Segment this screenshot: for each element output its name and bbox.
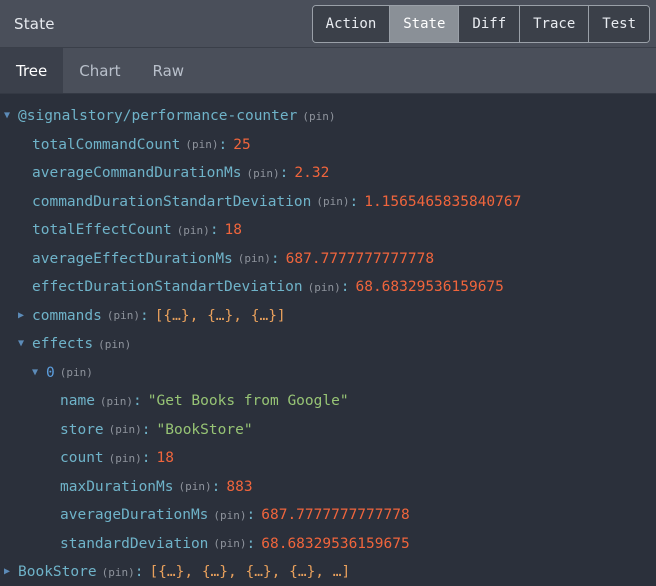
tree-row[interactable]: totalEffectCount (pin):18 <box>0 216 656 245</box>
tree-node-value: "BookStore" <box>156 421 253 438</box>
tree-row[interactable]: ▶ BookStore (pin): [{…}, {…}, {…}, {…}, …] <box>0 558 656 586</box>
tree-node-key: maxDurationMs <box>60 478 174 495</box>
pin-label[interactable]: (pin) <box>98 339 131 350</box>
tree-row[interactable]: ▼ @signalstory/performance-counter (pin) <box>0 102 656 131</box>
tree-node-value: [{…}, {…}, {…}, {…}, …] <box>149 564 351 580</box>
state-tree[interactable]: ▼ @signalstory/performance-counter (pin) to… <box>0 94 656 586</box>
key-value-separator: : <box>133 393 142 409</box>
key-value-separator: : <box>141 421 151 438</box>
tree-node-key: @signalstory/performance-counter <box>18 108 298 124</box>
tree-row[interactable]: ▼ 0 (pin) <box>0 359 656 388</box>
pin-label[interactable]: (pin) <box>177 225 210 236</box>
tree-node-key: store <box>60 421 104 438</box>
tree-node-value: "Get Books from Google" <box>147 393 349 409</box>
tree-row[interactable]: ▼ effects (pin) <box>0 330 656 359</box>
pin-label[interactable]: (pin) <box>109 453 142 464</box>
tree-node-value: 1.1565465835840767 <box>364 193 522 210</box>
chevron-down-icon[interactable]: ▼ <box>32 367 46 378</box>
tree-row[interactable]: maxDurationMs (pin):883 <box>0 473 656 502</box>
tree-node-key: effectDurationStandartDeviation <box>32 279 303 295</box>
pin-label[interactable]: (pin) <box>179 481 212 492</box>
tree-node-key: totalEffectCount <box>32 222 172 238</box>
key-value-separator: : <box>139 307 149 324</box>
pin-label[interactable]: (pin) <box>185 139 218 150</box>
key-value-separator: : <box>246 507 256 523</box>
tree-row[interactable]: commandDurationStandartDeviation (pin):1.… <box>0 188 656 217</box>
key-value-separator: : <box>270 250 280 267</box>
pin-label[interactable]: (pin) <box>302 111 335 122</box>
pin-label[interactable]: (pin) <box>308 282 341 293</box>
tree-node-key: averageEffectDurationMs <box>32 250 233 267</box>
segment-button-state[interactable]: State <box>390 5 460 42</box>
key-value-separator: : <box>349 193 359 210</box>
pin-label[interactable]: (pin) <box>247 168 280 179</box>
tree-node-key: standardDeviation <box>60 535 209 552</box>
key-value-separator: : <box>141 450 151 466</box>
tree-node-key: 0 <box>46 364 55 381</box>
tree-row[interactable]: averageDurationMs (pin):687.7777777777778 <box>0 501 656 530</box>
segment-button-trace[interactable]: Trace <box>520 5 590 42</box>
pin-label[interactable]: (pin) <box>100 396 133 407</box>
segment-button-action[interactable]: Action <box>312 5 391 42</box>
pin-label[interactable]: (pin) <box>60 367 93 378</box>
tree-row[interactable]: totalCommandCount (pin):25 <box>0 131 656 160</box>
tab-raw[interactable]: Raw <box>137 48 201 93</box>
tree-row[interactable]: standardDeviation (pin):68.68329536159675 <box>0 530 656 559</box>
tab-tree[interactable]: Tree <box>0 48 64 93</box>
pin-label[interactable]: (pin) <box>213 510 246 521</box>
tree-row[interactable]: count (pin):18 <box>0 444 656 473</box>
toolbar: State Action State Diff Trace Test <box>0 0 656 48</box>
chevron-down-icon[interactable]: ▼ <box>4 111 18 121</box>
segment-button-test[interactable]: Test <box>589 5 649 42</box>
key-value-separator: : <box>134 564 144 580</box>
tree-node-key: effects <box>32 336 94 352</box>
key-value-separator: : <box>218 136 228 153</box>
key-value-separator: : <box>211 478 221 495</box>
tree-row[interactable]: averageEffectDurationMs (pin):687.7777777… <box>0 245 656 274</box>
pin-label[interactable]: (pin) <box>109 424 142 435</box>
tree-node-key: count <box>60 450 104 466</box>
tree-row[interactable]: averageCommandDurationMs (pin):2.32 <box>0 159 656 188</box>
tab-bar: Tree Chart Raw <box>0 48 656 94</box>
tree-node-value: 883 <box>226 478 253 495</box>
pin-label[interactable]: (pin) <box>102 567 135 578</box>
tree-node-value: 25 <box>233 136 251 153</box>
tree-node-value: 18 <box>156 450 174 466</box>
tree-row[interactable]: ▶ commands (pin): [{…}, {…}, {…}] <box>0 302 656 331</box>
key-value-separator: : <box>279 165 289 181</box>
tree-node-key: name <box>60 393 95 409</box>
tree-node-value: 687.7777777777778 <box>261 507 410 523</box>
tree-node-key: commandDurationStandartDeviation <box>32 193 312 210</box>
key-value-separator: : <box>246 535 256 552</box>
tree-node-key: BookStore <box>18 564 97 580</box>
pin-label[interactable]: (pin) <box>107 310 140 321</box>
tree-row[interactable]: store (pin): "BookStore" <box>0 416 656 445</box>
tree-row[interactable]: effectDurationStandartDeviation (pin):68.… <box>0 273 656 302</box>
segment-button-diff[interactable]: Diff <box>459 5 521 42</box>
tree-node-value: 18 <box>224 222 243 238</box>
pin-label[interactable]: (pin) <box>238 253 271 264</box>
chevron-down-icon[interactable]: ▼ <box>18 339 32 349</box>
tree-node-key: averageDurationMs <box>60 507 209 523</box>
tree-node-value: 68.68329536159675 <box>355 279 504 295</box>
key-value-separator: : <box>340 279 350 295</box>
tree-node-value: 687.7777777777778 <box>285 250 435 267</box>
pin-label[interactable]: (pin) <box>213 538 246 549</box>
tree-node-value: [{…}, {…}, {…}] <box>154 307 286 324</box>
tab-chart[interactable]: Chart <box>63 48 136 93</box>
page-title: State <box>14 14 55 33</box>
key-value-separator: : <box>209 222 219 238</box>
tree-node-key: commands <box>32 307 102 324</box>
tree-node-key: totalCommandCount <box>32 136 181 153</box>
chevron-right-icon[interactable]: ▶ <box>18 310 32 321</box>
tree-row[interactable]: name (pin): "Get Books from Google" <box>0 387 656 416</box>
chevron-right-icon[interactable]: ▶ <box>4 567 18 577</box>
tree-node-value: 68.68329536159675 <box>261 535 410 552</box>
tree-node-value: 2.32 <box>294 165 330 181</box>
tree-node-key: averageCommandDurationMs <box>32 165 242 181</box>
view-mode-segmented-control[interactable]: Action State Diff Trace Test <box>311 4 650 43</box>
pin-label[interactable]: (pin) <box>316 196 349 207</box>
